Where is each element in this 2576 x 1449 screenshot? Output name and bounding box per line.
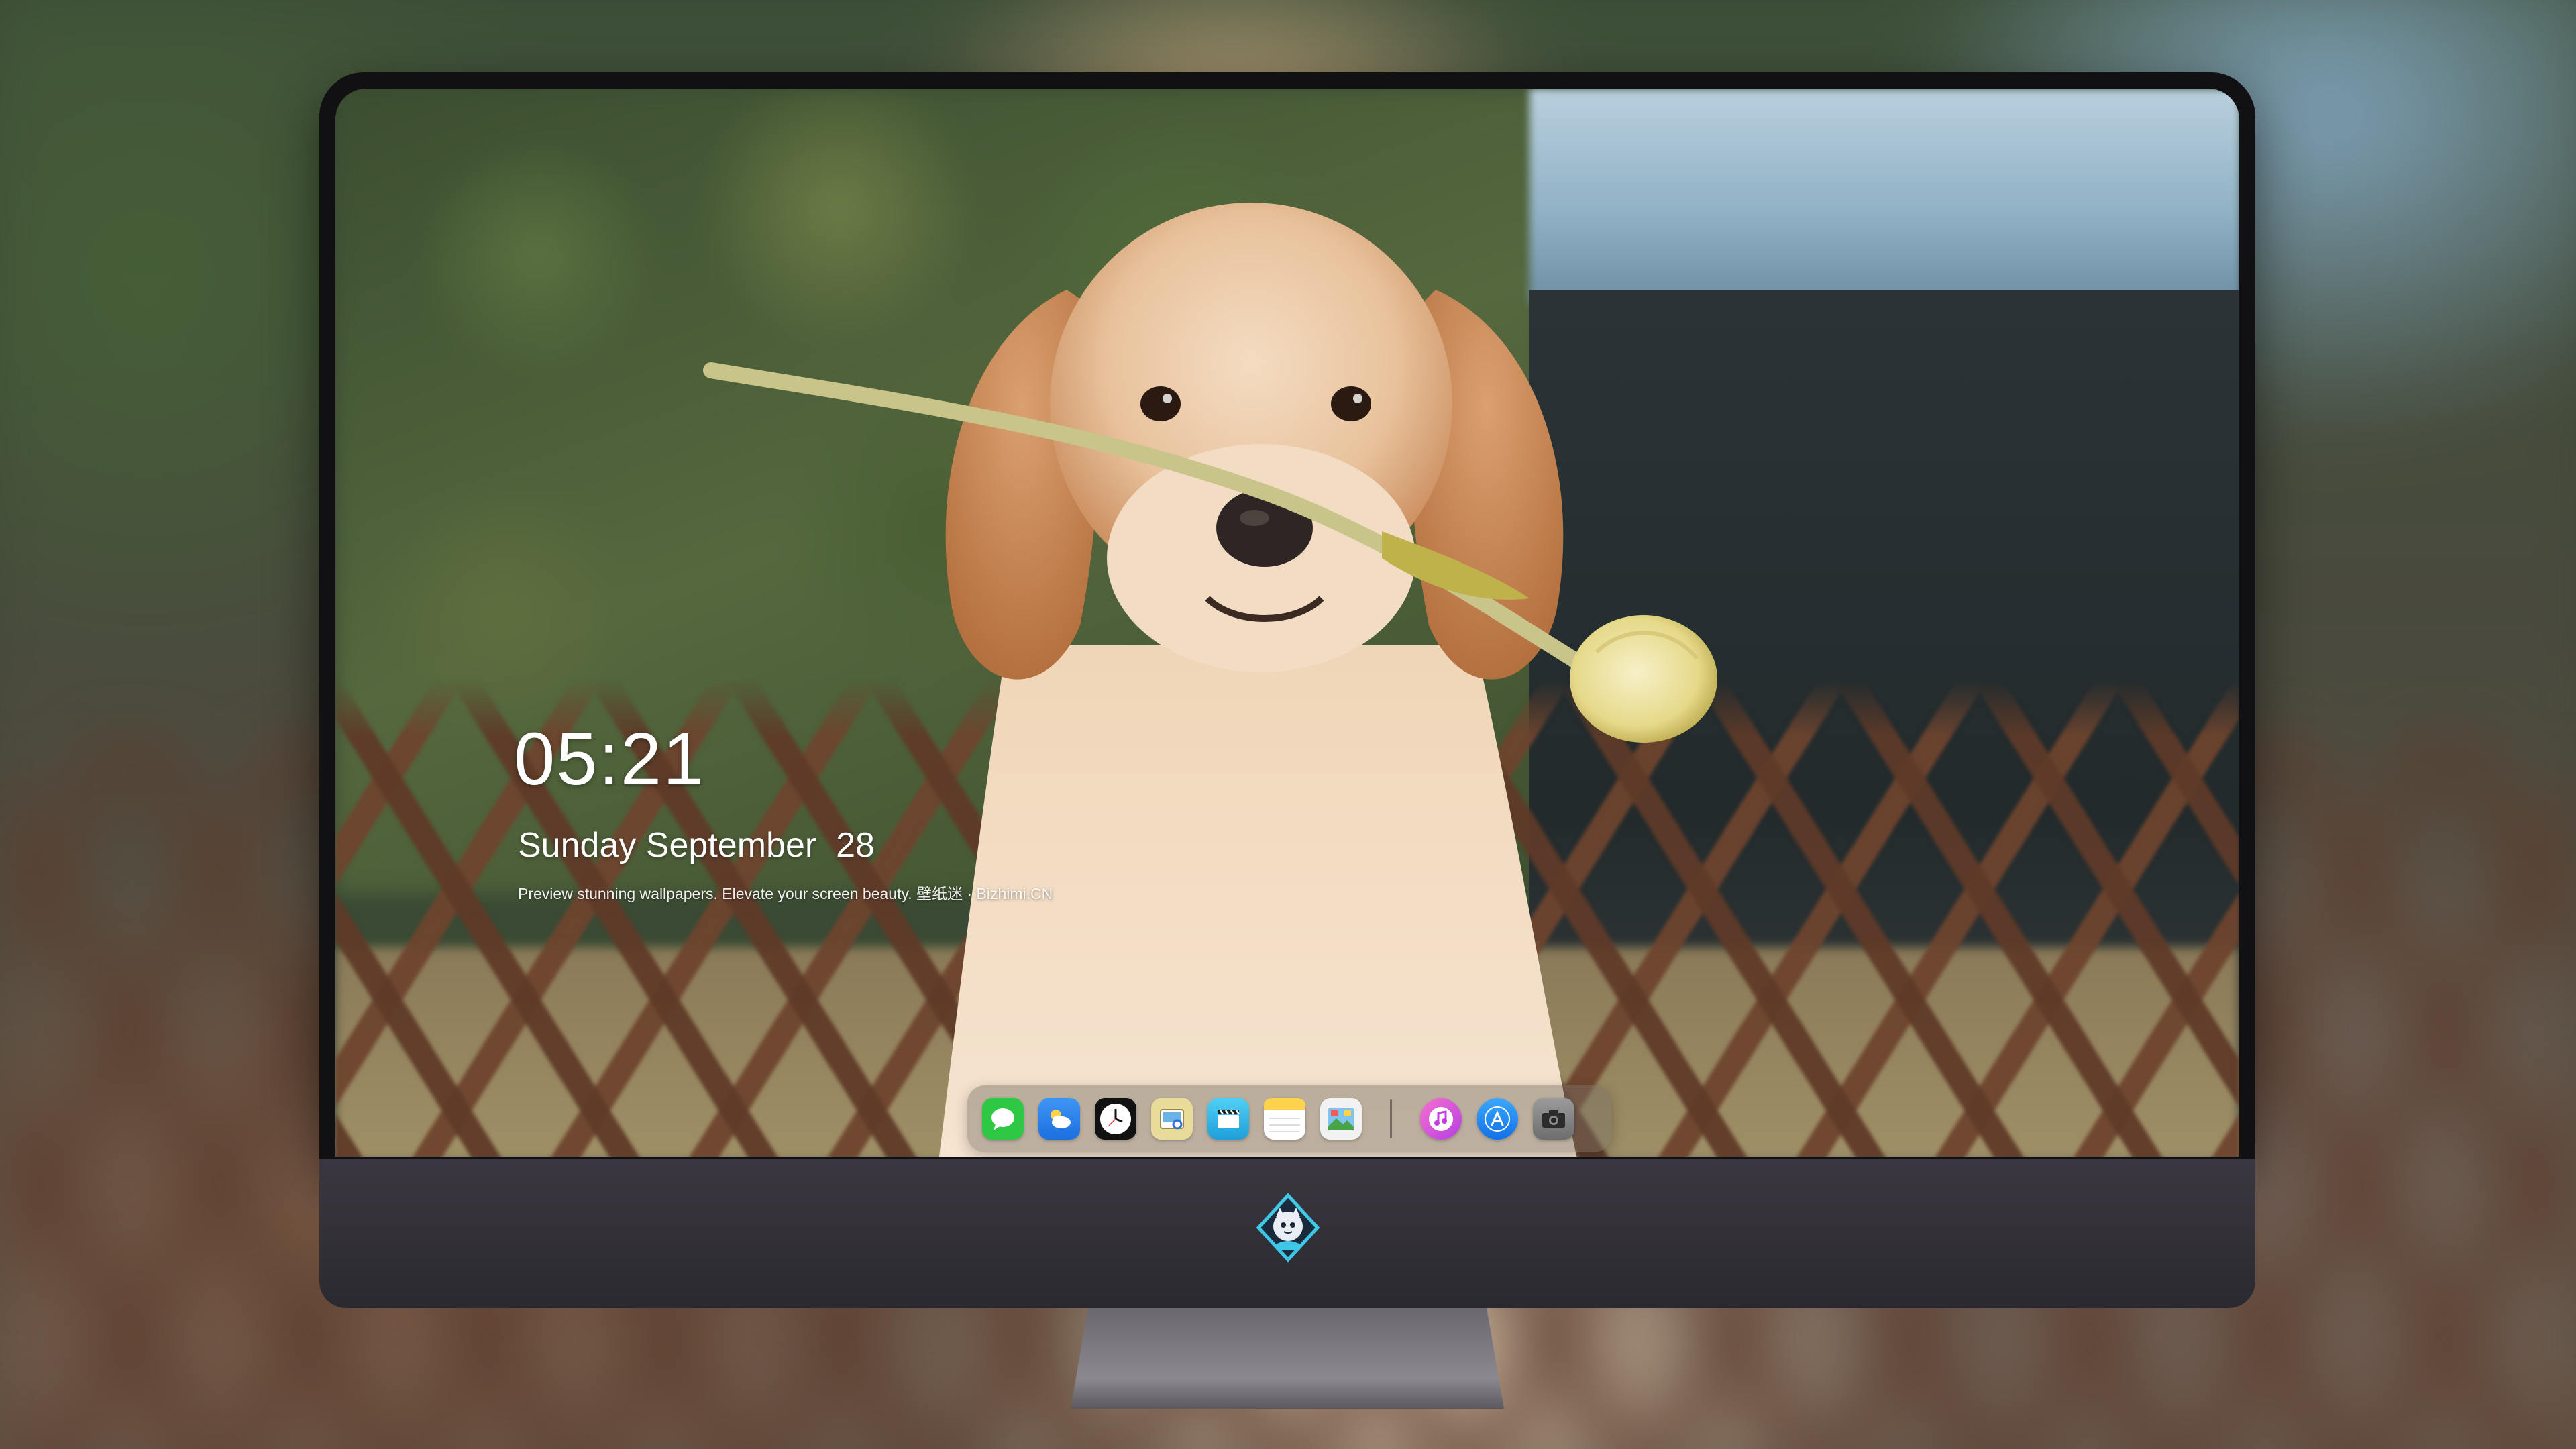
lock-screen-clock: 05:21 — [514, 718, 706, 800]
messages-icon[interactable] — [982, 1098, 1024, 1140]
music-icon[interactable] — [1420, 1098, 1462, 1140]
lock-screen-date: Sunday September 28 — [518, 826, 875, 865]
monitor: 05:21 Sunday September 28 Preview stunni… — [319, 72, 2255, 1409]
preview-icon[interactable] — [1151, 1098, 1193, 1140]
camera-icon[interactable] — [1533, 1098, 1574, 1140]
photos-icon[interactable] — [1320, 1098, 1362, 1140]
monitor-stand — [1071, 1308, 1504, 1409]
notes-icon[interactable] — [1264, 1098, 1305, 1140]
monitor-chin — [319, 1159, 2255, 1308]
dock — [967, 1085, 1611, 1152]
clapperboard-icon[interactable] — [1208, 1098, 1249, 1140]
wallpaper-credit: Preview stunning wallpapers. Elevate you… — [518, 885, 1053, 902]
dock-separator — [1390, 1099, 1392, 1138]
wallpaper-dog-image — [703, 203, 1717, 1157]
weather-icon[interactable] — [1038, 1098, 1080, 1140]
monitor-bezel: 05:21 Sunday September 28 Preview stunni… — [319, 72, 2255, 1159]
lock-screen[interactable]: 05:21 Sunday September 28 Preview stunni… — [335, 89, 2239, 1157]
clock-icon[interactable] — [1095, 1098, 1136, 1140]
desktop-scene: 05:21 Sunday September 28 Preview stunni… — [0, 0, 2576, 1449]
bizhimi-mascot-logo — [1256, 1193, 1320, 1263]
app-store-icon[interactable] — [1477, 1098, 1518, 1140]
